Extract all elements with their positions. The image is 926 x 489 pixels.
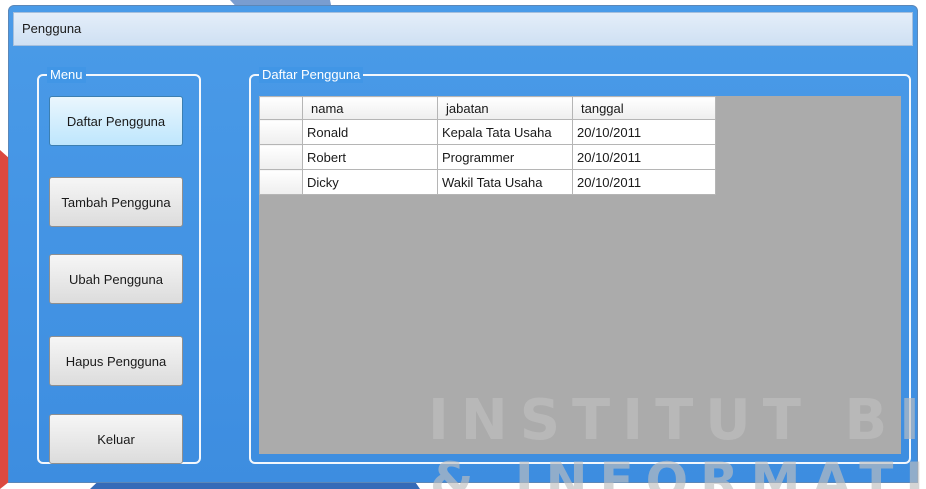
cell-jabatan[interactable]: Programmer	[437, 144, 573, 170]
cell-nama[interactable]: Dicky	[302, 169, 438, 195]
column-header-jabatan[interactable]: jabatan	[437, 96, 573, 120]
ubah-pengguna-button[interactable]: Ubah Pengguna	[49, 254, 183, 304]
cell-nama[interactable]: Robert	[302, 144, 438, 170]
daftar-pengguna-group: Daftar Pengguna nama jabatan tanggal Ron…	[249, 67, 911, 464]
table-row[interactable]: Ronald Kepala Tata Usaha 20/10/2011	[259, 119, 716, 145]
title-bar[interactable]: Pengguna	[13, 12, 913, 46]
table-row[interactable]: Dicky Wakil Tata Usaha 20/10/2011	[259, 169, 716, 195]
cell-jabatan[interactable]: Kepala Tata Usaha	[437, 119, 573, 145]
daftar-pengguna-button[interactable]: Daftar Pengguna	[49, 96, 183, 146]
row-header[interactable]	[259, 119, 303, 145]
corner-header[interactable]	[259, 96, 303, 120]
row-header[interactable]	[259, 144, 303, 170]
cell-tanggal[interactable]: 20/10/2011	[572, 144, 716, 170]
cell-jabatan[interactable]: Wakil Tata Usaha	[437, 169, 573, 195]
cell-tanggal[interactable]: 20/10/2011	[572, 119, 716, 145]
window-title: Pengguna	[22, 21, 82, 36]
table-row[interactable]: Robert Programmer 20/10/2011	[259, 144, 716, 170]
pengguna-window: Pengguna Menu Daftar Pengguna Tambah Pen…	[8, 5, 918, 483]
users-table: nama jabatan tanggal Ronald Kepala Tata …	[259, 96, 716, 195]
hapus-pengguna-button[interactable]: Hapus Pengguna	[49, 336, 183, 386]
daftar-pengguna-legend: Daftar Pengguna	[259, 67, 364, 83]
screenshot: Pengguna Menu Daftar Pengguna Tambah Pen…	[0, 0, 926, 489]
cell-nama[interactable]: Ronald	[302, 119, 438, 145]
column-header-nama[interactable]: nama	[302, 96, 438, 120]
keluar-button[interactable]: Keluar	[49, 414, 183, 464]
column-header-tanggal[interactable]: tanggal	[572, 96, 716, 120]
window-client: Menu Daftar Pengguna Tambah Pengguna Uba…	[13, 50, 913, 472]
menu-group: Menu Daftar Pengguna Tambah Pengguna Uba…	[37, 67, 201, 464]
row-header[interactable]	[259, 169, 303, 195]
table-header-row: nama jabatan tanggal	[259, 96, 716, 120]
users-grid[interactable]: nama jabatan tanggal Ronald Kepala Tata …	[259, 96, 901, 454]
cell-tanggal[interactable]: 20/10/2011	[572, 169, 716, 195]
tambah-pengguna-button[interactable]: Tambah Pengguna	[49, 177, 183, 227]
menu-legend: Menu	[47, 67, 86, 83]
